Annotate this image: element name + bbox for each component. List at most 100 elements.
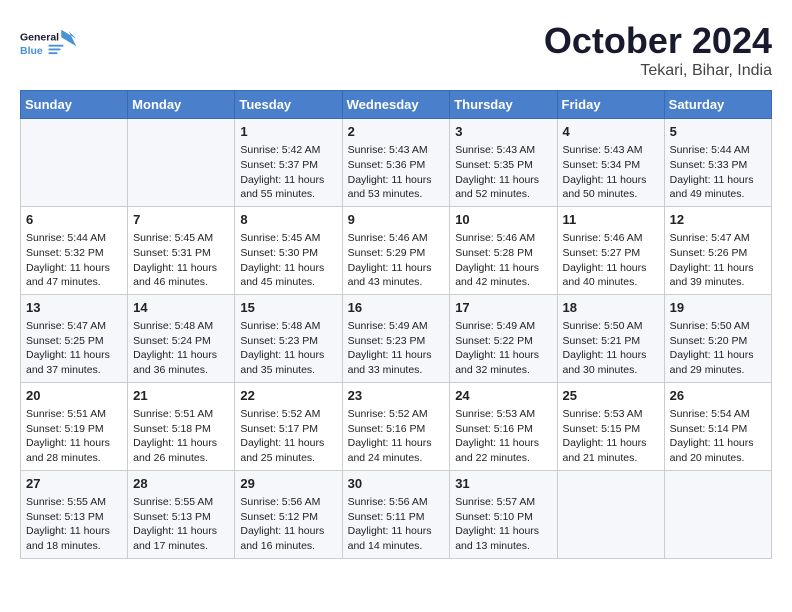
sunrise-text: Sunrise: 5:46 AM: [348, 231, 445, 246]
sunrise-text: Sunrise: 5:47 AM: [670, 231, 766, 246]
day-number: 5: [670, 123, 766, 141]
sunrise-text: Sunrise: 5:55 AM: [26, 495, 122, 510]
calendar-cell: [21, 119, 128, 207]
svg-text:General: General: [20, 31, 59, 43]
sunrise-text: Sunrise: 5:51 AM: [26, 407, 122, 422]
sunset-text: Sunset: 5:26 PM: [670, 246, 766, 261]
weekday-header-saturday: Saturday: [664, 91, 771, 119]
daylight-text: Daylight: 11 hours and 35 minutes.: [240, 348, 336, 377]
sunset-text: Sunset: 5:13 PM: [133, 510, 229, 525]
sunrise-text: Sunrise: 5:47 AM: [26, 319, 122, 334]
sunset-text: Sunset: 5:30 PM: [240, 246, 336, 261]
sunrise-text: Sunrise: 5:48 AM: [240, 319, 336, 334]
sunrise-text: Sunrise: 5:45 AM: [133, 231, 229, 246]
sunrise-text: Sunrise: 5:43 AM: [563, 143, 659, 158]
calendar-cell: 4Sunrise: 5:43 AMSunset: 5:34 PMDaylight…: [557, 119, 664, 207]
day-number: 26: [670, 387, 766, 405]
weekday-header-thursday: Thursday: [450, 91, 557, 119]
sunset-text: Sunset: 5:23 PM: [240, 334, 336, 349]
day-number: 7: [133, 211, 229, 229]
sunrise-text: Sunrise: 5:45 AM: [240, 231, 336, 246]
daylight-text: Daylight: 11 hours and 55 minutes.: [240, 173, 336, 202]
calendar-cell: 1Sunrise: 5:42 AMSunset: 5:37 PMDaylight…: [235, 119, 342, 207]
daylight-text: Daylight: 11 hours and 32 minutes.: [455, 348, 551, 377]
sunrise-text: Sunrise: 5:56 AM: [348, 495, 445, 510]
sunrise-text: Sunrise: 5:46 AM: [563, 231, 659, 246]
daylight-text: Daylight: 11 hours and 33 minutes.: [348, 348, 445, 377]
daylight-text: Daylight: 11 hours and 43 minutes.: [348, 261, 445, 290]
day-number: 15: [240, 299, 336, 317]
daylight-text: Daylight: 11 hours and 25 minutes.: [240, 436, 336, 465]
calendar-week-2: 6Sunrise: 5:44 AMSunset: 5:32 PMDaylight…: [21, 206, 772, 294]
daylight-text: Daylight: 11 hours and 39 minutes.: [670, 261, 766, 290]
day-number: 9: [348, 211, 445, 229]
title-block: October 2024 Tekari, Bihar, India: [544, 20, 772, 80]
calendar-cell: 8Sunrise: 5:45 AMSunset: 5:30 PMDaylight…: [235, 206, 342, 294]
sunrise-text: Sunrise: 5:43 AM: [455, 143, 551, 158]
svg-text:Blue: Blue: [20, 45, 43, 57]
calendar-cell: 23Sunrise: 5:52 AMSunset: 5:16 PMDayligh…: [342, 382, 450, 470]
calendar-cell: 6Sunrise: 5:44 AMSunset: 5:32 PMDaylight…: [21, 206, 128, 294]
daylight-text: Daylight: 11 hours and 20 minutes.: [670, 436, 766, 465]
day-number: 23: [348, 387, 445, 405]
calendar-cell: 2Sunrise: 5:43 AMSunset: 5:36 PMDaylight…: [342, 119, 450, 207]
location-subtitle: Tekari, Bihar, India: [544, 62, 772, 80]
calendar-cell: 30Sunrise: 5:56 AMSunset: 5:11 PMDayligh…: [342, 470, 450, 558]
logo: General Blue: [20, 20, 80, 65]
day-number: 22: [240, 387, 336, 405]
daylight-text: Daylight: 11 hours and 36 minutes.: [133, 348, 229, 377]
daylight-text: Daylight: 11 hours and 21 minutes.: [563, 436, 659, 465]
sunset-text: Sunset: 5:36 PM: [348, 158, 445, 173]
calendar-cell: 7Sunrise: 5:45 AMSunset: 5:31 PMDaylight…: [128, 206, 235, 294]
sunrise-text: Sunrise: 5:54 AM: [670, 407, 766, 422]
calendar-cell: 20Sunrise: 5:51 AMSunset: 5:19 PMDayligh…: [21, 382, 128, 470]
calendar-cell: 19Sunrise: 5:50 AMSunset: 5:20 PMDayligh…: [664, 294, 771, 382]
daylight-text: Daylight: 11 hours and 37 minutes.: [26, 348, 122, 377]
daylight-text: Daylight: 11 hours and 53 minutes.: [348, 173, 445, 202]
calendar-cell: 26Sunrise: 5:54 AMSunset: 5:14 PMDayligh…: [664, 382, 771, 470]
sunrise-text: Sunrise: 5:53 AM: [563, 407, 659, 422]
sunrise-text: Sunrise: 5:49 AM: [455, 319, 551, 334]
sunset-text: Sunset: 5:15 PM: [563, 422, 659, 437]
daylight-text: Daylight: 11 hours and 22 minutes.: [455, 436, 551, 465]
calendar-cell: 18Sunrise: 5:50 AMSunset: 5:21 PMDayligh…: [557, 294, 664, 382]
page-header: General Blue October 2024 Tekari, Bihar,…: [20, 20, 772, 80]
sunset-text: Sunset: 5:10 PM: [455, 510, 551, 525]
day-number: 1: [240, 123, 336, 141]
calendar-cell: 29Sunrise: 5:56 AMSunset: 5:12 PMDayligh…: [235, 470, 342, 558]
sunset-text: Sunset: 5:31 PM: [133, 246, 229, 261]
daylight-text: Daylight: 11 hours and 45 minutes.: [240, 261, 336, 290]
sunset-text: Sunset: 5:24 PM: [133, 334, 229, 349]
sunset-text: Sunset: 5:23 PM: [348, 334, 445, 349]
sunset-text: Sunset: 5:16 PM: [455, 422, 551, 437]
calendar-header: SundayMondayTuesdayWednesdayThursdayFrid…: [21, 91, 772, 119]
calendar-cell: 14Sunrise: 5:48 AMSunset: 5:24 PMDayligh…: [128, 294, 235, 382]
daylight-text: Daylight: 11 hours and 49 minutes.: [670, 173, 766, 202]
day-number: 4: [563, 123, 659, 141]
daylight-text: Daylight: 11 hours and 47 minutes.: [26, 261, 122, 290]
sunset-text: Sunset: 5:29 PM: [348, 246, 445, 261]
calendar-week-4: 20Sunrise: 5:51 AMSunset: 5:19 PMDayligh…: [21, 382, 772, 470]
calendar-table: SundayMondayTuesdayWednesdayThursdayFrid…: [20, 90, 772, 559]
calendar-cell: 15 Sunrise: 5:48 AMSunset: 5:23 PMDayligh…: [235, 294, 342, 382]
sunset-text: Sunset: 5:20 PM: [670, 334, 766, 349]
weekday-header-monday: Monday: [128, 91, 235, 119]
calendar-cell: 21Sunrise: 5:51 AMSunset: 5:18 PMDayligh…: [128, 382, 235, 470]
day-number: 13: [26, 299, 122, 317]
sunrise-text: Sunrise: 5:48 AM: [133, 319, 229, 334]
sunset-text: Sunset: 5:22 PM: [455, 334, 551, 349]
sunrise-text: Sunrise: 5:43 AM: [348, 143, 445, 158]
day-number: 27: [26, 475, 122, 493]
day-number: 6: [26, 211, 122, 229]
calendar-cell: 24Sunrise: 5:53 AMSunset: 5:16 PMDayligh…: [450, 382, 557, 470]
weekday-header-row: SundayMondayTuesdayWednesdayThursdayFrid…: [21, 91, 772, 119]
calendar-cell: 28Sunrise: 5:55 AMSunset: 5:13 PMDayligh…: [128, 470, 235, 558]
calendar-cell: 11Sunrise: 5:46 AMSunset: 5:27 PMDayligh…: [557, 206, 664, 294]
sunrise-text: Sunrise: 5:52 AM: [240, 407, 336, 422]
weekday-header-tuesday: Tuesday: [235, 91, 342, 119]
sunset-text: Sunset: 5:25 PM: [26, 334, 122, 349]
weekday-header-friday: Friday: [557, 91, 664, 119]
daylight-text: Daylight: 11 hours and 13 minutes.: [455, 524, 551, 553]
sunset-text: Sunset: 5:21 PM: [563, 334, 659, 349]
sunrise-text: Sunrise: 5:53 AM: [455, 407, 551, 422]
